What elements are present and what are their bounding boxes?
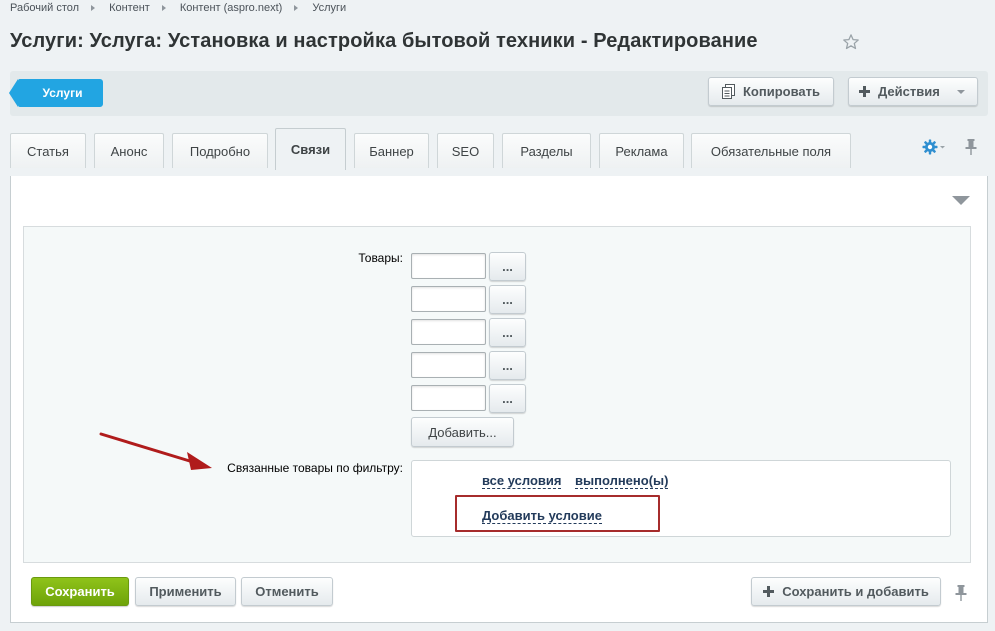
product-browse-button-5[interactable]: ...: [489, 384, 526, 413]
tab-article[interactable]: Статья: [10, 133, 86, 169]
tab-advertising[interactable]: Реклама: [599, 133, 684, 169]
product-browse-button-2[interactable]: ...: [489, 285, 526, 314]
breadcrumb-item-desktop[interactable]: Рабочий стол: [10, 2, 79, 14]
pin-icon[interactable]: [964, 139, 978, 155]
plus-icon: [859, 86, 870, 97]
actions-button[interactable]: Действия: [848, 77, 978, 106]
product-input-5[interactable]: [411, 385, 486, 411]
product-browse-button-4[interactable]: ...: [489, 351, 526, 380]
product-input-2[interactable]: [411, 286, 486, 312]
product-input-1[interactable]: [411, 253, 486, 279]
actions-button-label: Действия: [878, 84, 940, 99]
collapse-triangle-icon[interactable]: [952, 196, 970, 206]
tab-sections[interactable]: Разделы: [502, 133, 591, 169]
cancel-button[interactable]: Отменить: [241, 577, 333, 606]
product-input-4[interactable]: [411, 352, 486, 378]
filter-products-label: Связанные товары по фильтру:: [227, 461, 403, 475]
annotation-arrow-icon: [99, 432, 212, 470]
copy-button-label: Копировать: [742, 84, 820, 99]
gear-icon[interactable]: [922, 139, 946, 155]
product-browse-button-3[interactable]: ...: [489, 318, 526, 347]
breadcrumb-item-services[interactable]: Услуги: [312, 2, 346, 14]
breadcrumb-item-content-aspro[interactable]: Контент (aspro.next): [180, 2, 283, 14]
fulfilled-link[interactable]: выполнено(ы): [575, 473, 669, 489]
breadcrumb: Рабочий стол Контент Контент (aspro.next…: [10, 0, 346, 16]
pin-icon[interactable]: [954, 585, 968, 601]
apply-button[interactable]: Применить: [135, 577, 236, 606]
tab-seo[interactable]: SEO: [437, 133, 494, 169]
star-icon[interactable]: [842, 33, 860, 51]
toolbar: [10, 71, 988, 116]
chevron-down-icon: [957, 90, 965, 94]
tab-links[interactable]: Связи: [275, 128, 346, 170]
breadcrumb-separator-icon: [91, 5, 96, 11]
tab-banner[interactable]: Баннер: [354, 133, 429, 169]
page-title: Услуги: Услуга: Установка и настройка бы…: [10, 30, 758, 52]
panel-top-strip: [10, 168, 988, 176]
plus-icon: [763, 586, 775, 597]
tab-required-fields[interactable]: Обязательные поля: [691, 133, 851, 169]
breadcrumb-separator-icon: [161, 5, 166, 11]
tab-announce[interactable]: Анонс: [94, 133, 164, 169]
products-label: Товары:: [358, 251, 403, 265]
save-button[interactable]: Сохранить: [31, 577, 129, 606]
product-input-3[interactable]: [411, 319, 486, 345]
back-to-services-button[interactable]: Услуги: [9, 79, 103, 107]
tab-details[interactable]: Подробно: [172, 133, 268, 169]
breadcrumb-item-content[interactable]: Контент: [109, 2, 150, 14]
breadcrumb-separator-icon: [294, 5, 299, 11]
add-product-button[interactable]: Добавить...: [411, 417, 514, 447]
all-conditions-link[interactable]: все условия: [482, 473, 562, 489]
product-browse-button-1[interactable]: ...: [489, 252, 526, 281]
copy-button[interactable]: Копировать: [708, 77, 834, 106]
save-and-add-button-label: Сохранить и добавить: [782, 584, 929, 599]
save-and-add-button[interactable]: Сохранить и добавить: [751, 577, 941, 606]
copy-icon: [721, 84, 735, 99]
add-condition-link[interactable]: Добавить условие: [482, 508, 602, 524]
